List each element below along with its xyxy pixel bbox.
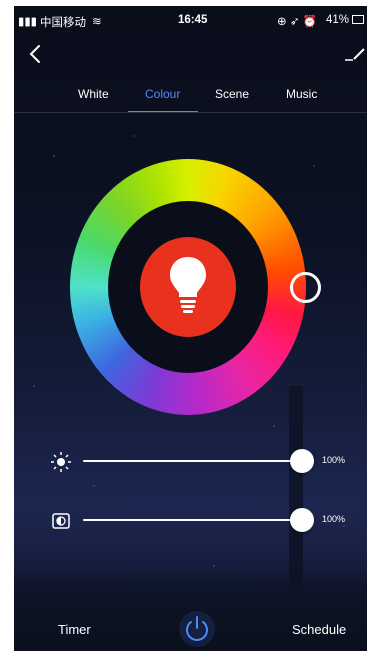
brightness-thumb[interactable] <box>290 449 314 473</box>
edit-icon[interactable] <box>343 42 367 66</box>
saturation-thumb[interactable] <box>290 508 314 532</box>
status-time: 16:45 <box>178 14 208 26</box>
back-icon[interactable] <box>24 42 48 66</box>
location-icon: ⊕ ➶ ⏰ <box>277 16 317 28</box>
status-bar: ▮▮▮ 中国移动 ≋ 16:45 ⊕ ➶ ⏰ 41% <box>14 6 367 32</box>
contrast-icon <box>52 513 70 529</box>
sun-icon <box>51 452 71 472</box>
power-icon <box>186 616 208 641</box>
phone-screen: ▮▮▮ 中国移动 ≋ 16:45 ⊕ ➶ ⏰ 41% White Colour … <box>14 6 367 651</box>
brightness-slider-row: 100% <box>14 446 367 476</box>
tab-music[interactable]: Music <box>286 87 317 101</box>
tab-divider <box>14 112 367 113</box>
signal-icon: ▮▮▮ <box>18 16 37 28</box>
tab-scene[interactable]: Scene <box>215 87 249 101</box>
timer-button[interactable]: Timer <box>58 622 91 637</box>
color-picker-handle[interactable] <box>290 272 321 303</box>
carrier-label: 中国移动 <box>40 17 86 29</box>
wifi-icon: ≋ <box>92 16 102 28</box>
lightbulb-icon <box>170 257 206 313</box>
battery-icon <box>352 15 364 24</box>
current-color-swatch[interactable] <box>140 237 236 337</box>
saturation-value: 100% <box>322 514 346 524</box>
bottom-bar: Timer Schedule <box>14 606 367 651</box>
power-button[interactable] <box>179 611 215 647</box>
battery-percent: 41% <box>326 14 350 26</box>
brightness-track[interactable] <box>83 460 303 462</box>
brightness-value: 100% <box>322 455 346 465</box>
saturation-slider-row: 100% <box>14 505 367 535</box>
saturation-track[interactable] <box>83 519 303 521</box>
tab-colour[interactable]: Colour <box>145 87 180 101</box>
top-bar <box>14 36 367 80</box>
tab-white[interactable]: White <box>78 87 109 101</box>
schedule-button[interactable]: Schedule <box>292 622 346 637</box>
mode-tabs: White Colour Scene Music <box>14 82 367 116</box>
color-wheel[interactable] <box>70 159 321 415</box>
